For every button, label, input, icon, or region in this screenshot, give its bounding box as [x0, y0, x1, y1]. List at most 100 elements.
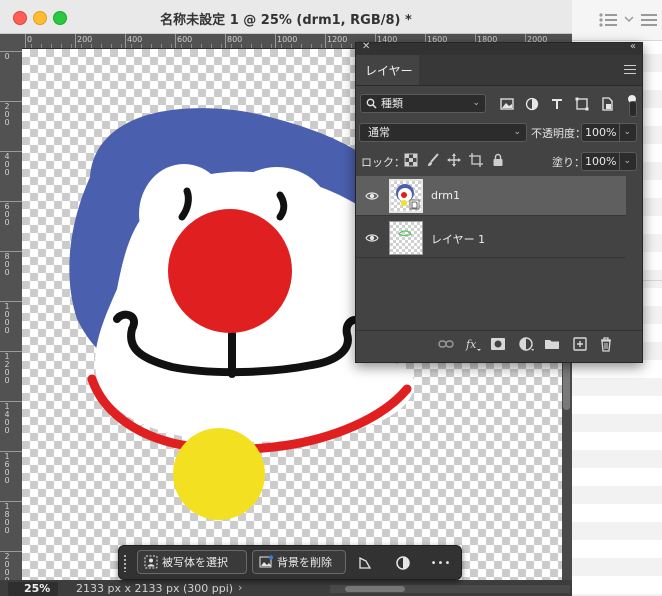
chevron-down-icon: ⌄ [472, 98, 480, 108]
ruler-tick [225, 34, 226, 48]
more-options-icon[interactable]: ••• [431, 553, 451, 573]
horizontal-scroll-thumb[interactable] [345, 586, 405, 592]
vertical-ruler[interactable]: 0200400600800100012001400160018002000 [0, 48, 23, 585]
ruler-tick [275, 34, 276, 48]
shape-filter-icon[interactable] [574, 96, 590, 112]
layers-panel: ✕ « レイヤー 種類 ⌄ 通常 ⌄ 不透明度： 100% ⌄ ロック： 塗り：… [355, 41, 643, 363]
drag-handle[interactable] [123, 554, 127, 572]
layer-row-drm1[interactable]: drm1 [356, 176, 626, 216]
select-subject-button[interactable]: 被写体を選択 [137, 550, 247, 574]
bell-yellow-shape [173, 428, 265, 520]
remove-background-icon [259, 555, 273, 568]
panel-menu-icon[interactable] [624, 65, 636, 74]
document-title: 名称未設定 1 @ 25% (drm1, RGB/8) * [160, 13, 412, 28]
ruler-tick [325, 34, 326, 48]
blend-mode-label: 通常 [368, 126, 390, 139]
list-view-icon[interactable] [598, 12, 620, 28]
ruler-label: 1800 [4, 502, 10, 535]
collapse-panel-icon[interactable]: « [630, 41, 636, 52]
ruler-label: 1200 [327, 35, 348, 44]
lock-position-move-icon[interactable] [447, 153, 461, 167]
new-layer-icon[interactable] [572, 336, 588, 352]
lock-all-icon[interactable] [491, 153, 505, 167]
layer-row-layer1[interactable]: レイヤー 1 [356, 218, 626, 258]
ruler-tick [0, 151, 22, 152]
link-layers-icon[interactable] [438, 336, 454, 352]
tab-layers[interactable]: レイヤー [356, 55, 419, 85]
ruler-tick [0, 501, 22, 502]
ruler-tick [0, 251, 22, 252]
ruler-tick [125, 34, 126, 48]
ruler-label: 400 [127, 35, 143, 44]
svg-text:fx: fx [465, 338, 477, 351]
type-filter-icon[interactable] [549, 96, 565, 112]
visibility-eye-icon[interactable] [365, 189, 379, 203]
layers-scrollbar[interactable] [627, 176, 641, 326]
ruler-origin[interactable] [0, 34, 23, 49]
fill-field[interactable]: 100% ⌄ [581, 152, 637, 171]
close-panel-icon[interactable]: ✕ [362, 41, 370, 52]
remove-background-label: 背景を削除 [277, 556, 332, 569]
chevron-down-icon: ⌄ [513, 127, 521, 137]
lock-pixels-brush-icon[interactable] [426, 153, 440, 167]
opacity-field[interactable]: 100% ⌄ [581, 123, 637, 142]
add-mask-icon[interactable] [490, 336, 506, 352]
ruler-tick [0, 101, 22, 102]
new-group-folder-icon[interactable] [544, 336, 560, 352]
layer-name[interactable]: drm1 [431, 189, 460, 202]
ruler-label: 0 [4, 52, 10, 61]
ruler-tick [25, 34, 26, 48]
ruler-label: 1000 [4, 302, 10, 335]
opacity-label: 不透明度： [531, 127, 586, 140]
visibility-eye-icon[interactable] [365, 231, 379, 245]
zoom-field[interactable]: 25% [8, 582, 58, 596]
ruler-tick [75, 34, 76, 48]
ruler-tick [175, 34, 176, 48]
ruler-tick [0, 51, 22, 52]
select-subject-label: 被写体を選択 [162, 556, 228, 569]
ruler-label: 1000 [277, 35, 298, 44]
opacity-value: 100% [585, 126, 617, 139]
filter-toggle[interactable] [629, 101, 637, 117]
lock-transparency-icon[interactable] [404, 153, 418, 167]
chevron-down-icon[interactable]: ⌄ [619, 153, 631, 170]
ruler-tick [0, 401, 22, 402]
ruler-label: 1200 [4, 352, 10, 385]
ruler-label: 400 [4, 152, 10, 177]
nose-red-shape [168, 209, 292, 333]
pixel-filter-icon[interactable] [499, 96, 515, 112]
adjustment-filter-icon[interactable] [524, 96, 540, 112]
ruler-label: 200 [4, 102, 10, 127]
ruler-tick [0, 201, 22, 202]
ruler-label: 600 [4, 202, 10, 227]
chevron-down-icon[interactable]: ⌄ [619, 124, 631, 141]
lock-artboard-icon[interactable] [469, 153, 483, 167]
fill-value: 100% [585, 155, 617, 168]
chevron-down-icon[interactable] [624, 16, 634, 24]
panel-header-strip[interactable]: ✕ « [356, 41, 642, 55]
ruler-label: 600 [177, 35, 193, 44]
ruler-tick [0, 451, 22, 452]
layer-name[interactable]: レイヤー 1 [431, 231, 485, 247]
layer-style-fx-icon[interactable]: fx [465, 336, 481, 352]
ruler-tick [0, 351, 22, 352]
panel-footer: fx [356, 330, 642, 357]
title-bar: 名称未設定 1 @ 25% (drm1, RGB/8) * [0, 0, 572, 34]
adjustment-icon[interactable] [393, 553, 413, 573]
smart-object-filter-icon[interactable] [599, 96, 615, 112]
contextual-task-bar: 被写体を選択 背景を削除 ••• [118, 545, 462, 580]
layer-thumbnail-layer1 [389, 221, 423, 255]
document-info: 2133 px x 2133 px (300 ppi) [76, 582, 234, 595]
delete-layer-trash-icon[interactable] [598, 336, 614, 352]
search-icon [366, 98, 377, 109]
list-lines-icon[interactable] [640, 12, 658, 28]
transform-icon[interactable] [355, 553, 375, 573]
remove-background-button[interactable]: 背景を削除 [252, 550, 346, 574]
filter-kind-select[interactable]: 種類 ⌄ [360, 94, 486, 113]
right-pupil-stroke [276, 191, 288, 221]
new-adjustment-layer-icon[interactable] [518, 336, 534, 352]
info-menu-arrow[interactable]: › [238, 581, 242, 594]
layers-list: drm1 レイヤー 1 [356, 176, 626, 326]
filter-kind-label: 種類 [381, 97, 403, 110]
blend-mode-select[interactable]: 通常 ⌄ [359, 123, 527, 142]
